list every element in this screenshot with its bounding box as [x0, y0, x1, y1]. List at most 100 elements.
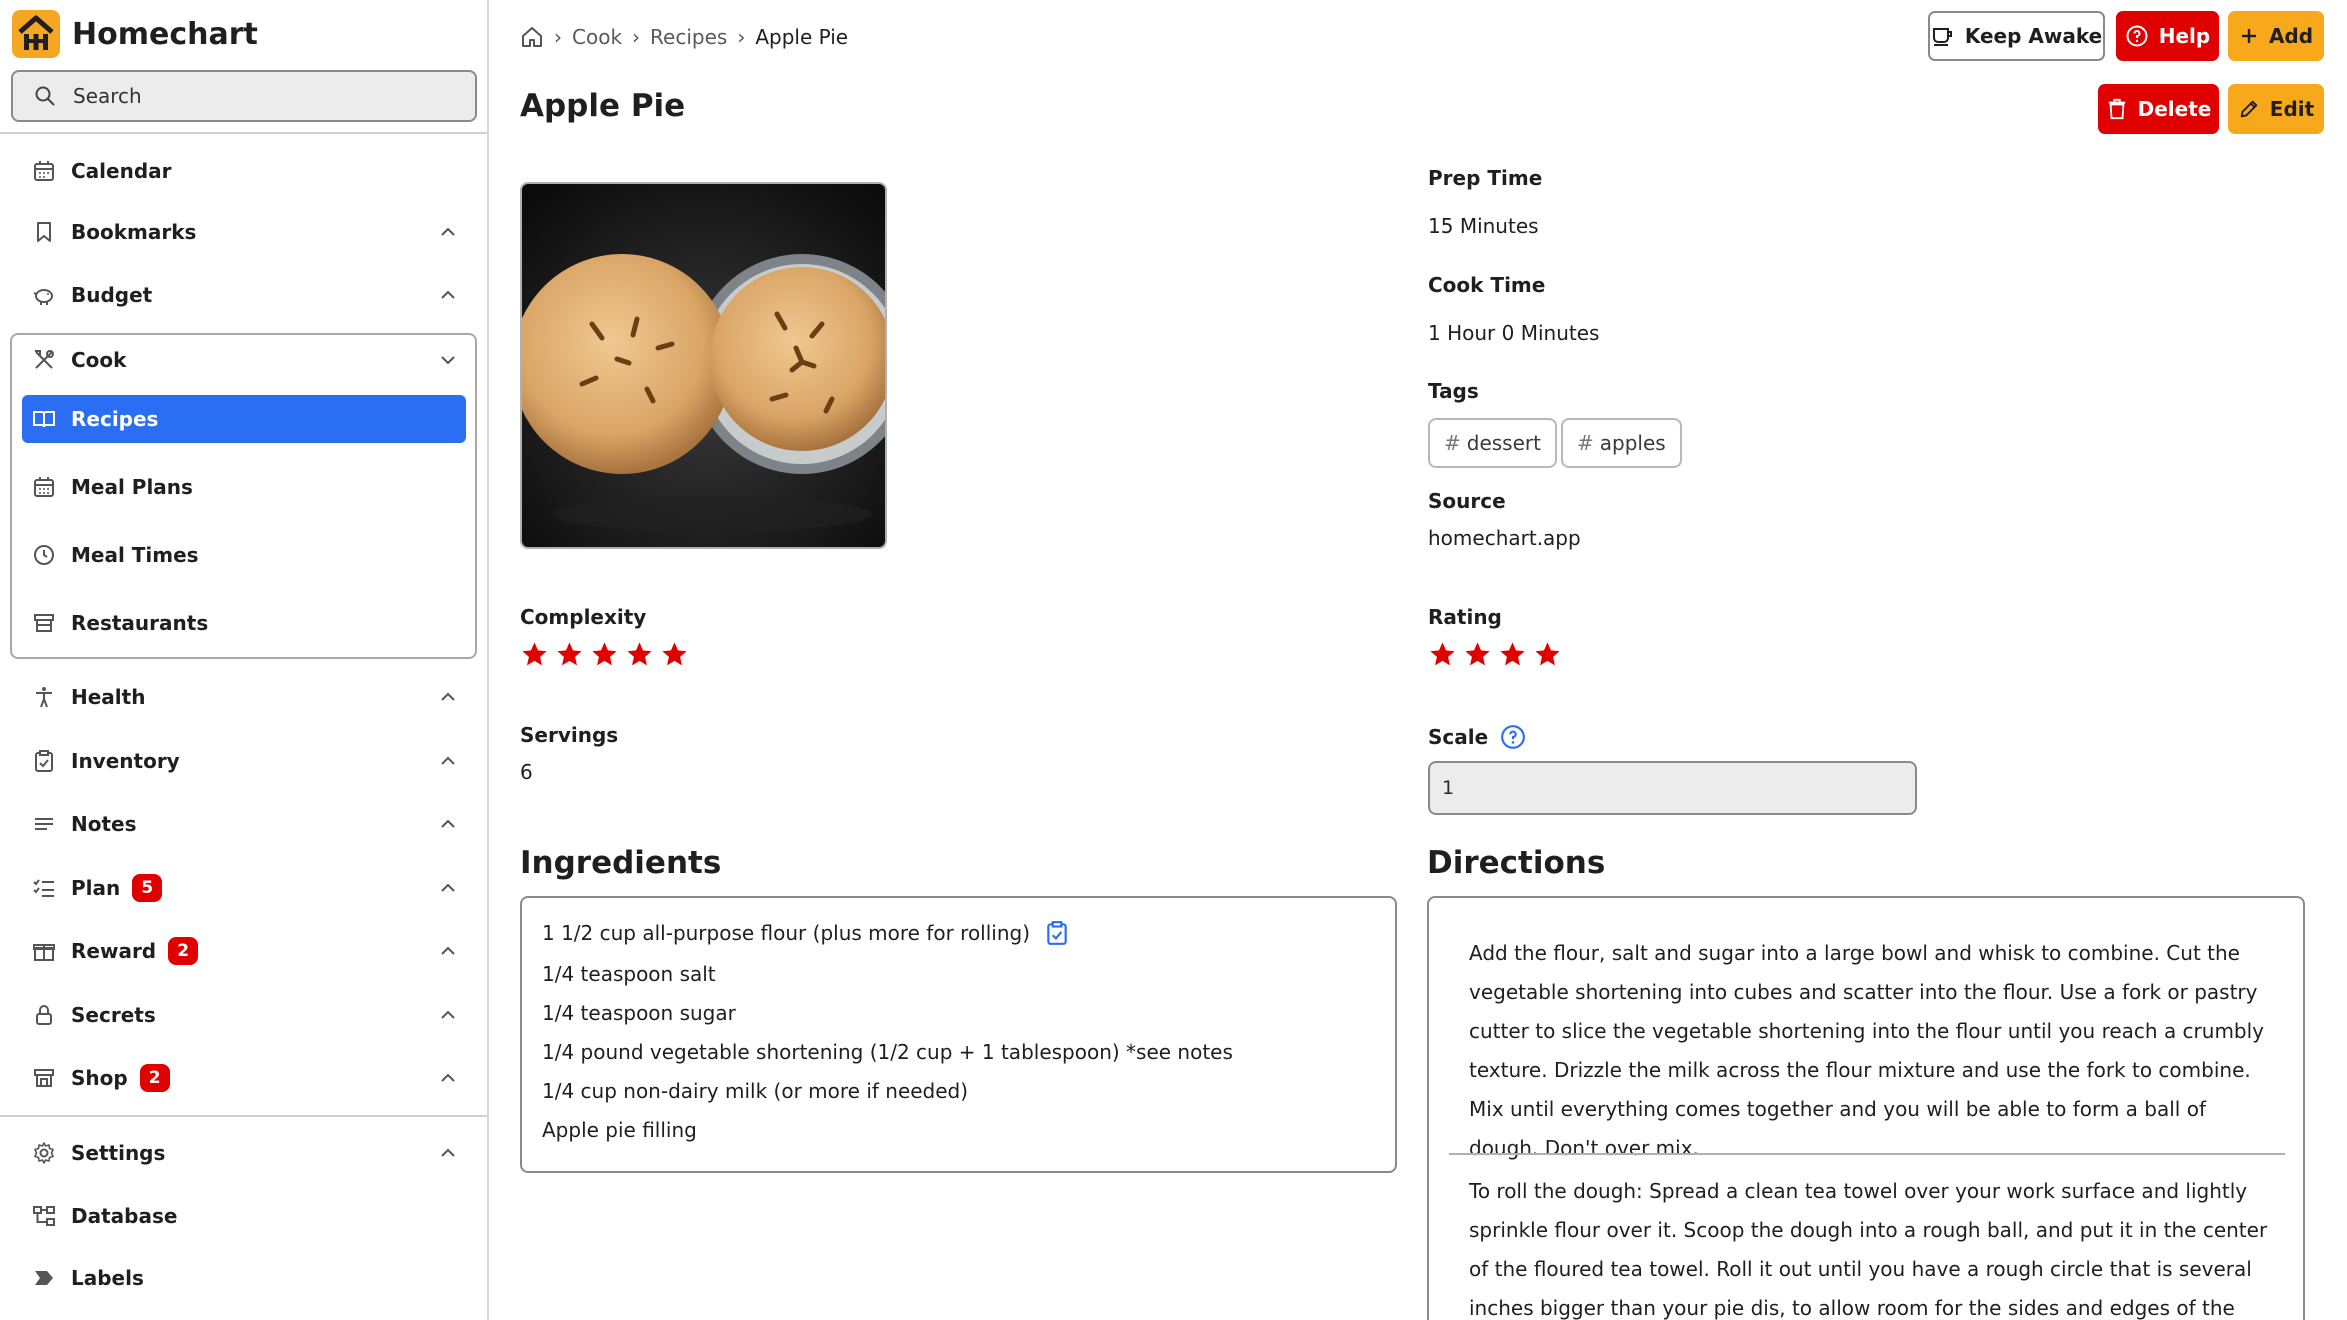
star-icon[interactable]	[1533, 640, 1562, 669]
help-circle-icon[interactable]	[1500, 724, 1526, 750]
ingredient-text: 1/4 teaspoon sugar	[542, 1001, 736, 1025]
help-button[interactable]: Help	[2116, 11, 2219, 61]
hash-icon: #	[1577, 431, 1594, 455]
edit-label: Edit	[2269, 97, 2315, 121]
star-icon[interactable]	[590, 640, 619, 669]
star-icon[interactable]	[555, 640, 584, 669]
sidebar-item-reward[interactable]: Reward 2	[30, 931, 460, 971]
star-icon[interactable]	[1463, 640, 1492, 669]
prep-minutes-unit: Minutes	[1459, 214, 1539, 238]
chevron-up-icon[interactable]	[436, 749, 460, 773]
sidebar-item-label: Database	[71, 1204, 178, 1228]
rating-stars[interactable]	[1428, 640, 1568, 669]
ingredient-text: Apple pie filling	[542, 1118, 697, 1142]
star-icon[interactable]	[660, 640, 689, 669]
sidebar-item-label: Health	[71, 685, 146, 709]
sidebar-divider	[0, 1115, 487, 1117]
chevron-up-icon[interactable]	[436, 1003, 460, 1027]
sidebar-item-bookmarks[interactable]: Bookmarks	[30, 212, 460, 252]
keep-awake-button[interactable]: Keep Awake	[1928, 11, 2105, 61]
chevron-up-icon[interactable]	[436, 876, 460, 900]
help-label: Help	[2158, 24, 2211, 48]
breadcrumb: › Cook › Recipes › Apple Pie	[520, 20, 848, 54]
sidebar-item-cook[interactable]: Cook	[30, 340, 460, 380]
tag-apples[interactable]: # apples	[1561, 418, 1682, 468]
sidebar-item-database[interactable]: Database	[30, 1196, 460, 1236]
home-icon[interactable]	[520, 25, 544, 49]
homechart-logo-icon	[12, 10, 60, 58]
sidebar-item-label: Meal Times	[71, 543, 199, 567]
sidebar-item-budget[interactable]: Budget	[30, 275, 460, 315]
lock-icon	[30, 1001, 58, 1029]
add-button[interactable]: Add	[2228, 11, 2324, 61]
source-link[interactable]: homechart.app	[1428, 526, 1581, 550]
chevron-up-icon[interactable]	[436, 1066, 460, 1090]
sidebar-item-label: Labels	[71, 1266, 144, 1290]
storefront-icon	[30, 609, 58, 637]
sidebar-item-recipes[interactable]: Recipes	[30, 399, 460, 439]
ingredient-item: 1/4 teaspoon sugar	[542, 1001, 736, 1025]
breadcrumb-current: Apple Pie	[755, 25, 849, 49]
sidebar-item-plan[interactable]: Plan 5	[30, 868, 460, 908]
utensils-icon	[30, 346, 58, 374]
star-icon[interactable]	[625, 640, 654, 669]
brand[interactable]: Homechart	[12, 10, 258, 58]
sidebar: Homechart Search Calendar Bookmarks Budg…	[0, 0, 489, 1320]
sidebar-item-label: Inventory	[71, 749, 180, 773]
chevron-up-icon[interactable]	[436, 283, 460, 307]
edit-button[interactable]: Edit	[2228, 84, 2324, 134]
prep-minutes-value: 15	[1428, 214, 1454, 238]
sidebar-item-notes[interactable]: Notes	[30, 804, 460, 844]
chevron-up-icon[interactable]	[436, 812, 460, 836]
star-icon[interactable]	[1428, 640, 1457, 669]
search-input[interactable]: Search	[11, 70, 477, 122]
breadcrumb-item-recipes[interactable]: Recipes	[650, 25, 727, 49]
tag-dessert[interactable]: # dessert	[1428, 418, 1557, 468]
gear-icon	[30, 1139, 58, 1167]
sidebar-item-shop[interactable]: Shop 2	[30, 1058, 460, 1098]
search-placeholder: Search	[73, 84, 142, 108]
ingredient-text: 1 1/2 cup all-purpose flour (plus more f…	[542, 921, 1031, 945]
sidebar-item-restaurants[interactable]: Restaurants	[30, 603, 460, 643]
chevron-down-icon[interactable]	[436, 348, 460, 372]
cook-minutes-unit: Minutes	[1520, 321, 1600, 345]
recipe-photo	[520, 182, 887, 549]
breadcrumb-separator-icon: ›	[632, 25, 641, 49]
sidebar-item-label: Notes	[71, 812, 137, 836]
directions-list: Add the flour, salt and sugar into a lar…	[1427, 896, 2305, 1320]
sidebar-item-inventory[interactable]: Inventory	[30, 741, 460, 781]
cup-icon	[1932, 28, 1952, 46]
sidebar-item-labels[interactable]: Labels	[30, 1258, 460, 1298]
person-icon	[30, 683, 58, 711]
sidebar-item-secrets[interactable]: Secrets	[30, 995, 460, 1035]
sidebar-item-meal-plans[interactable]: Meal Plans	[30, 467, 460, 507]
shop-count-badge: 2	[139, 1064, 170, 1092]
add-to-shopping-list-icon[interactable]	[1044, 920, 1070, 946]
ingredient-item: 1/4 pound vegetable shortening (1/2 cup …	[542, 1040, 1233, 1064]
search-icon	[35, 86, 55, 106]
chevron-up-icon[interactable]	[436, 220, 460, 244]
hash-icon: #	[1444, 431, 1461, 455]
breadcrumb-item-cook[interactable]: Cook	[572, 25, 622, 49]
sidebar-item-meal-times[interactable]: Meal Times	[30, 535, 460, 575]
ingredient-item: 1/4 cup non-dairy milk (or more if neede…	[542, 1079, 968, 1103]
complexity-stars[interactable]	[520, 640, 695, 669]
source-label: Source	[1428, 489, 1506, 513]
sidebar-item-calendar[interactable]: Calendar	[30, 151, 460, 191]
ingredient-item: Apple pie filling	[542, 1118, 697, 1142]
scale-input[interactable]: 1	[1428, 761, 1917, 815]
chevron-up-icon[interactable]	[436, 685, 460, 709]
complexity-label: Complexity	[520, 605, 647, 629]
delete-label: Delete	[2137, 97, 2212, 121]
star-icon[interactable]	[520, 640, 549, 669]
chevron-up-icon[interactable]	[436, 939, 460, 963]
sidebar-item-health[interactable]: Health	[30, 677, 460, 717]
star-icon[interactable]	[1498, 640, 1527, 669]
chevron-up-icon[interactable]	[436, 1141, 460, 1165]
trash-icon	[2108, 98, 2125, 120]
piggy-bank-icon	[30, 281, 58, 309]
clock-icon	[30, 541, 58, 569]
delete-button[interactable]: Delete	[2098, 84, 2219, 134]
sidebar-item-settings[interactable]: Settings	[30, 1133, 460, 1173]
breadcrumb-separator-icon: ›	[554, 25, 562, 49]
